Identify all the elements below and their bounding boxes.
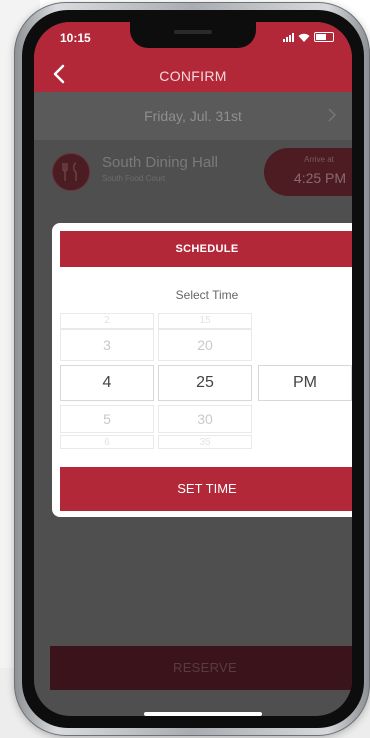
time-picker[interactable]: 2 3 4 5 6 15 20 25 30 35 PM [60, 313, 352, 449]
modal-subtitle: Select Time [175, 288, 239, 302]
set-time-button[interactable]: SET TIME [60, 467, 352, 511]
chevron-right-icon [328, 108, 337, 122]
location-subtitle: South Food Court [102, 174, 166, 183]
reserve-button[interactable]: RESERVE [50, 646, 352, 690]
speaker-grille [174, 30, 212, 34]
arrive-time-button[interactable]: Arrive at 4:25 PM [264, 148, 352, 196]
hour-option[interactable]: 3 [60, 329, 154, 361]
reserve-label: RESERVE [173, 660, 237, 675]
hour-option[interactable]: 2 [60, 313, 154, 329]
set-time-label: SET TIME [177, 481, 237, 496]
hour-option[interactable]: 6 [60, 435, 154, 449]
location-row: South Dining Hall South Food Court Arriv… [34, 140, 352, 204]
schedule-modal: SCHEDULE Select Time 2 3 4 5 6 15 20 25 … [52, 223, 352, 517]
phone-notch [130, 22, 256, 48]
ampm-selected[interactable]: PM [258, 365, 352, 401]
date-label: Friday, Jul. 31st [144, 108, 242, 124]
minute-option[interactable]: 15 [158, 313, 252, 329]
arrive-label: Arrive at [304, 155, 334, 164]
arrive-time: 4:25 PM [293, 170, 347, 186]
modal-title: SCHEDULE [175, 243, 239, 255]
date-selector[interactable]: Friday, Jul. 31st [34, 92, 352, 140]
status-time: 10:15 [60, 31, 91, 45]
hour-option[interactable]: 5 [60, 405, 154, 433]
home-indicator[interactable] [144, 712, 262, 716]
modal-header: SCHEDULE [60, 231, 352, 267]
minute-option[interactable]: 35 [158, 435, 252, 449]
minute-option[interactable]: 30 [158, 405, 252, 433]
location-name: South Dining Hall [102, 154, 218, 171]
phone-screen: 10:15 CONFIRM Friday, Jul. 31st South Di… [34, 22, 352, 716]
page-title: CONFIRM [159, 68, 227, 84]
hour-selected[interactable]: 4 [60, 365, 154, 401]
utensils-icon [52, 153, 90, 191]
signal-icon [283, 32, 294, 42]
minute-selected[interactable]: 25 [158, 365, 252, 401]
status-icons [283, 32, 334, 42]
minute-option[interactable]: 20 [158, 329, 252, 361]
battery-icon [314, 32, 334, 42]
wifi-icon [298, 33, 310, 42]
